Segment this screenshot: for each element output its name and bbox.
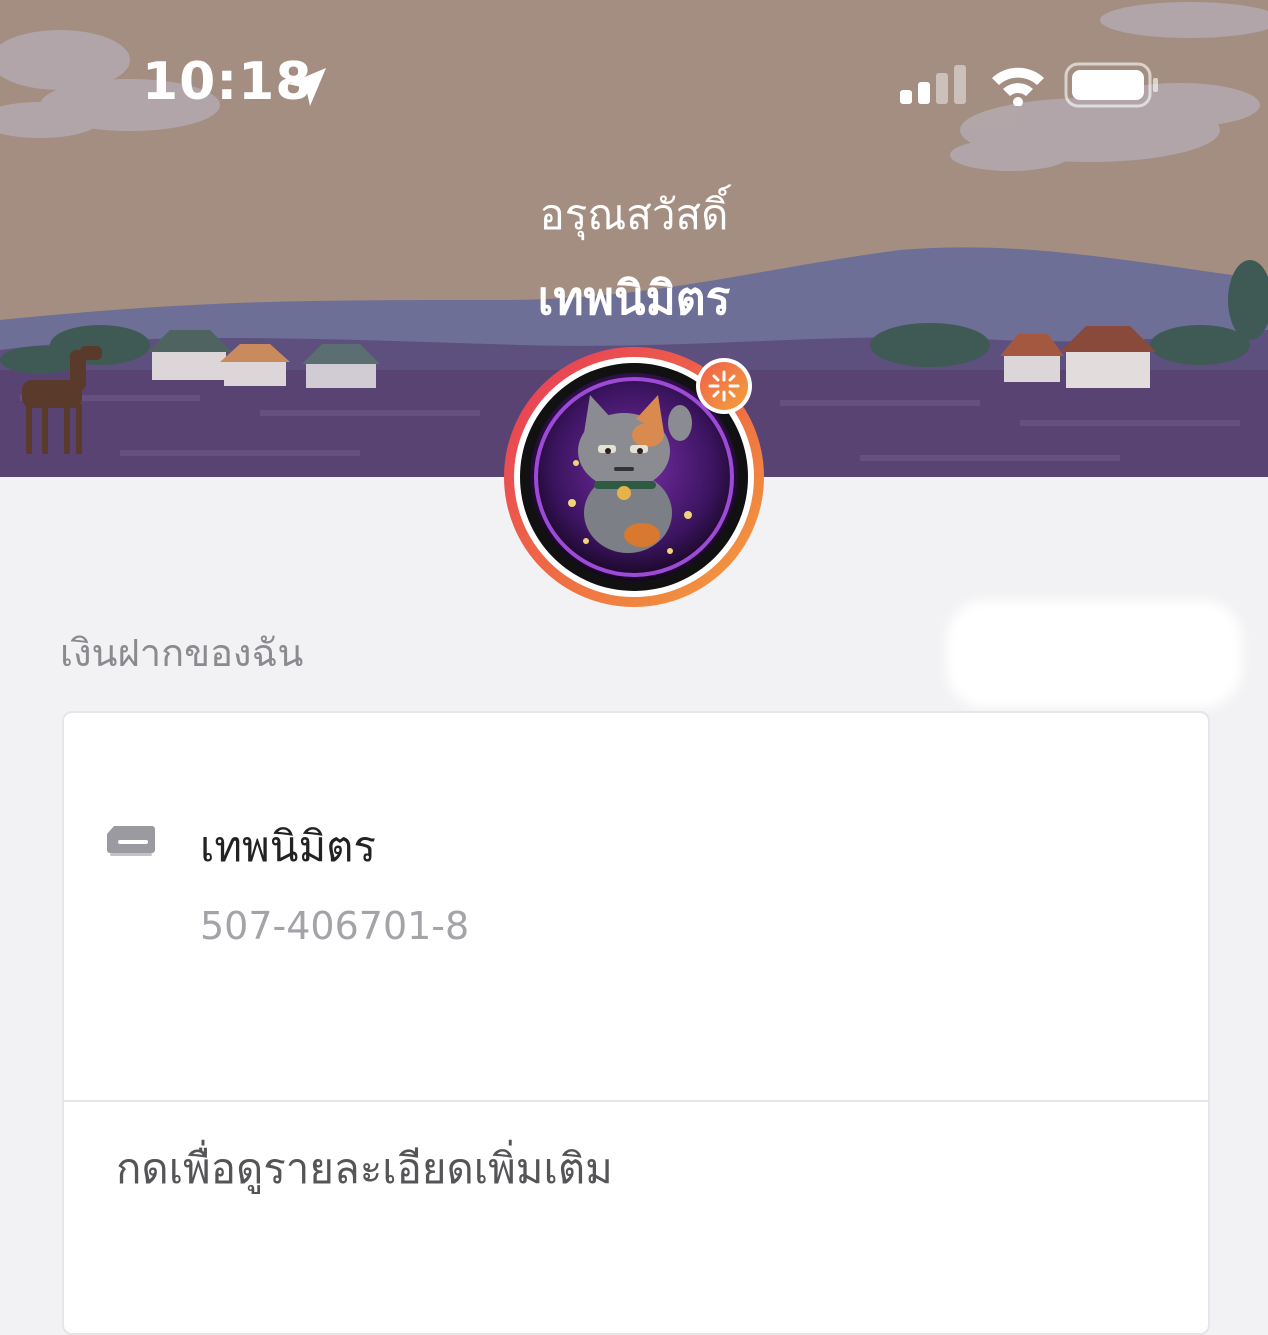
location-arrow-icon xyxy=(288,68,326,106)
battery-icon xyxy=(1064,62,1158,108)
status-bar: 10:18 xyxy=(0,0,1268,170)
more-details-link[interactable]: กดเพื่อดูรายละเอียดเพิ่มเติม xyxy=(116,1136,613,1202)
user-name: เทพนิมิตร xyxy=(537,271,731,325)
bank-card-icon xyxy=(107,826,155,856)
section-title-deposits: เงินฝากของฉัน xyxy=(60,631,304,675)
avatar-badge[interactable] xyxy=(696,358,752,414)
redacted-area xyxy=(946,600,1242,708)
wifi-icon xyxy=(992,67,1044,106)
cellular-signal-icon xyxy=(900,65,966,104)
account-card[interactable] xyxy=(62,711,1210,1335)
greeting-text: อรุณสวัสดิ์ xyxy=(539,190,729,239)
card-divider xyxy=(62,1100,1208,1102)
sparkle-badge-icon xyxy=(708,370,740,402)
account-name: เทพนิมิตร xyxy=(200,822,376,871)
account-number: 507-406701-8 xyxy=(200,904,470,948)
